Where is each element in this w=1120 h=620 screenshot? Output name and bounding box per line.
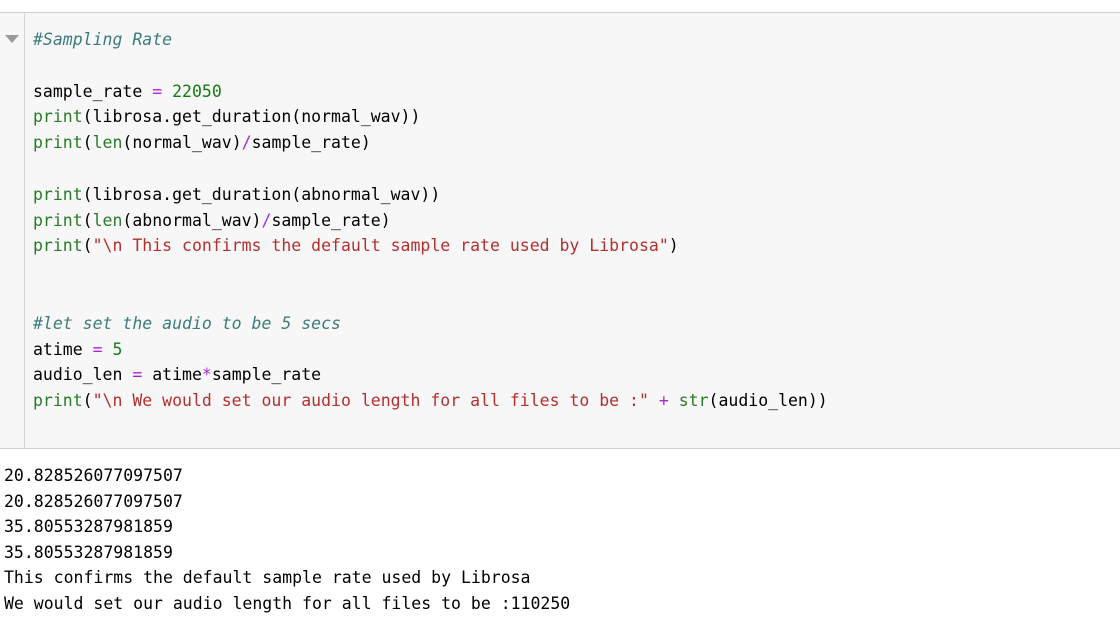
code-editor[interactable]: #Sampling Rate sample_rate = 22050 print(…	[25, 13, 1120, 448]
token-builtin: print	[33, 391, 83, 411]
token-op: *	[201, 365, 212, 385]
code-line[interactable]: atime = 5	[33, 337, 1120, 363]
code-line[interactable]	[33, 259, 1120, 285]
token-plain: (	[82, 391, 93, 411]
token-plain: atime	[142, 365, 202, 385]
token-plain: audio_len	[33, 365, 133, 385]
output-line: 20.828526077097507	[4, 466, 183, 485]
code-line[interactable]: print("\n This confirms the default samp…	[33, 233, 1120, 259]
code-line[interactable]	[33, 53, 1120, 79]
token-string: "\n This confirms the default sample rat…	[92, 236, 669, 256]
code-line[interactable]	[33, 285, 1120, 311]
token-builtin: print	[33, 107, 83, 127]
token-plain: (librosa.get_duration(abnormal_wav))	[82, 184, 441, 204]
code-line[interactable]: #let set the audio to be 5 secs	[33, 311, 1120, 337]
token-plain: (normal_wav)	[122, 133, 242, 153]
token-op: +	[658, 391, 669, 411]
token-builtin: print	[33, 133, 83, 153]
code-line[interactable]: sample_rate = 22050	[33, 79, 1120, 105]
token-op: =	[92, 339, 103, 359]
token-plain: sample_rate)	[271, 210, 391, 230]
code-line[interactable]: print(len(normal_wav)/sample_rate)	[33, 130, 1120, 156]
token-comment: #let set the audio to be 5 secs	[33, 313, 341, 333]
token-plain: (	[82, 210, 93, 230]
output-line: 35.80553287981859	[4, 517, 173, 536]
output-line: 35.80553287981859	[4, 542, 173, 562]
token-builtin: print	[33, 210, 83, 230]
token-number: 22050	[172, 81, 222, 101]
token-builtin: len	[92, 133, 123, 153]
token-plain: sample_rate	[33, 81, 153, 101]
token-plain: )	[668, 236, 679, 256]
code-line[interactable]: print("\n We would set our audio length …	[33, 388, 1120, 414]
token-plain: (	[82, 133, 93, 153]
cell-gutter	[0, 13, 25, 448]
token-plain: (	[82, 236, 93, 256]
code-line[interactable]: print(librosa.get_duration(normal_wav))	[33, 104, 1120, 130]
token-op: =	[132, 365, 143, 385]
triangle-down-icon[interactable]	[5, 35, 19, 43]
token-op: =	[152, 81, 163, 101]
token-number: 5	[112, 339, 123, 359]
token-plain: (librosa.get_duration(normal_wav))	[82, 107, 421, 127]
token-plain: (audio_len))	[708, 391, 828, 411]
token-builtin: str	[678, 391, 709, 411]
token-op: /	[261, 210, 272, 230]
code-line[interactable]: print(librosa.get_duration(abnormal_wav)…	[33, 182, 1120, 208]
token-builtin: print	[33, 236, 83, 256]
token-string: "\n We would set our audio length for al…	[92, 391, 649, 411]
token-comment: #Sampling Rate	[33, 30, 173, 49]
token-plain: sample_rate	[211, 365, 322, 385]
token-plain: sample_rate)	[251, 133, 371, 153]
code-line[interactable]	[33, 156, 1120, 182]
output-line: 20.828526077097507	[4, 491, 183, 511]
output-line: We would set our audio length for all fi…	[4, 593, 571, 613]
code-line[interactable]: audio_len = atime*sample_rate	[33, 362, 1120, 388]
output-line: This confirms the default sample rate us…	[4, 568, 531, 587]
token-op: /	[241, 133, 252, 153]
token-builtin: print	[33, 184, 83, 204]
token-plain: atime	[33, 339, 93, 359]
code-cell[interactable]: #Sampling Rate sample_rate = 22050 print(…	[0, 12, 1120, 449]
token-plain: (abnormal_wav)	[122, 210, 262, 230]
cell-output: 20.828526077097507 20.828526077097507 35.8…	[0, 459, 1120, 616]
notebook-page: #Sampling Rate sample_rate = 22050 print(…	[0, 0, 1120, 620]
code-line[interactable]: print(len(abnormal_wav)/sample_rate)	[33, 208, 1120, 234]
token-builtin: len	[92, 210, 123, 230]
code-line[interactable]: #Sampling Rate	[33, 27, 1120, 53]
